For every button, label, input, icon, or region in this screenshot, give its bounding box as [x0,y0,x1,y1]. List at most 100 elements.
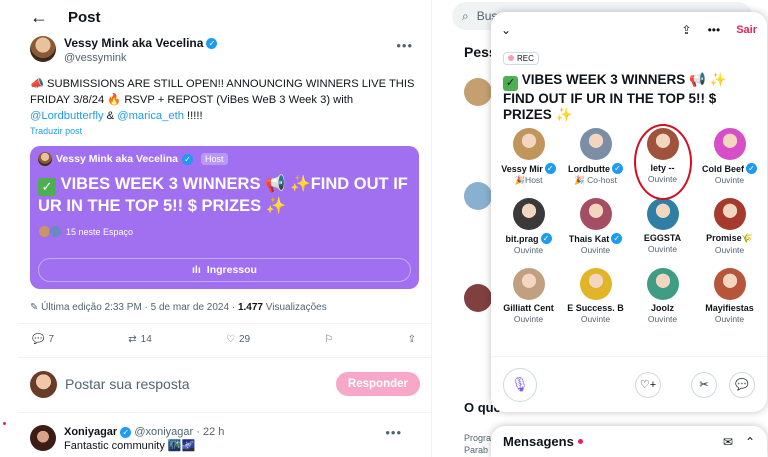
suggested-avatar[interactable] [464,182,492,210]
mention-marica[interactable]: @marica_eth [117,110,184,122]
translate-post-link[interactable]: Traduzir post [0,126,431,136]
listener-count: 15 neste Espaço [66,226,134,237]
participant-name: EGGSTA [643,233,682,243]
space-dock-title-text: VIBES WEEK 3 WINNERS 📢 ✨ FIND OUT IF UR … [503,72,727,122]
page-title: Post [68,8,101,26]
chevron-down-icon[interactable]: ⌄ [501,23,666,37]
verified-icon: ✓ [544,163,556,174]
participant-item[interactable]: Lordbutte ✓ 🎉 Co-host [562,128,629,192]
clip-icon[interactable]: ✂ [691,371,717,398]
verified-icon: ✓ [611,233,623,244]
like-action[interactable]: ♡ 29 [226,334,250,345]
leave-button[interactable]: Sair [736,24,757,36]
verified-icon: ✓ [120,427,132,438]
more-options-icon[interactable]: ••• [396,38,413,53]
space-card[interactable]: Vessy Mink aka Vecelina ✓ Host ✓ VIBES W… [30,146,419,289]
author-display-name[interactable]: Vessy Mink aka Vecelina [64,36,203,51]
suggested-avatar[interactable] [464,78,492,106]
participant-role: Ouvinte [580,245,611,255]
space-listeners: 15 neste Espaço [38,225,411,238]
my-avatar [30,370,57,398]
repost-action[interactable]: ⇄ 14 [128,334,152,345]
unread-dot [577,439,583,444]
check-mark-icon: ✓ [38,178,56,196]
participant-role: Ouvinte [714,314,745,324]
post-text-main: 📣 SUBMISSIONS ARE STILL OPEN!! ANNOUNCIN… [30,78,415,106]
space-dock-controls: 🎙 ♡+ ✂ 💬 [491,356,767,412]
participant-item[interactable]: Vessy Mir ✓ 🎉Host [495,128,562,192]
verified-icon: ✓ [182,153,194,165]
repost-icon: ⇄ [128,334,137,345]
commenter-handle[interactable]: @xoniyagar [134,426,193,438]
participant-item[interactable]: Cold Beef ✓ Ouvinte [696,128,763,192]
participant-role: Ouvinte [647,314,678,324]
participant-item[interactable]: Thais Kat ✓ Ouvinte [562,198,629,262]
participant-role: Ouvinte [647,244,678,254]
reply-button[interactable]: Responder [335,372,420,396]
reply-action[interactable]: 💬 7 [32,334,54,345]
add-people-icon[interactable]: ♡+ [635,371,661,398]
post-author[interactable]: Vessy Mink aka Vecelina ✓ @vessymink ••• [0,34,431,70]
more-options-icon[interactable]: ••• [708,23,721,37]
participant-role: 🎉Host [514,175,543,185]
participant-item[interactable]: Promise🌾 Ouvinte [696,198,763,262]
comment-text: Fantastic community 🌃🌌 [64,440,196,452]
participant-name: Vessy Mir ✓ [501,163,556,174]
trend-line: Parab [464,445,489,455]
suggested-avatar[interactable] [464,284,492,312]
host-badge: Host [201,153,228,165]
reply-item[interactable]: Xoniyagar ✓ @xoniyagar · 22 h Fantastic … [30,425,420,453]
reply-icon: 💬 [32,334,45,345]
author-avatar[interactable] [30,36,56,62]
post-text-end: !!!!! [183,110,203,122]
chevron-up-icon[interactable]: ⌃ [745,435,755,449]
back-arrow-icon[interactable]: ← [30,7,50,28]
like-count: 29 [239,334,251,345]
participant-item[interactable]: Gilliatt Cent Ouvinte [495,268,562,332]
mention-lordbutterfly[interactable]: @Lordbutterfly [30,110,104,122]
audio-wave-icon: ılı [192,264,201,276]
reply-composer: Postar sua resposta Responder [30,370,420,398]
space-dock: ⌄ ⇪ ••• Sair REC ✓ VIBES WEEK 3 WINNERS … [491,12,767,412]
participant-avatar [713,268,746,300]
verified-icon: ✓ [746,163,757,174]
joined-button[interactable]: ılı Ingressou [38,258,411,282]
app-root: ← Post Vessy Mink aka Vecelina ✓ @vessymi… [0,0,768,457]
commenter-avatar[interactable] [30,425,56,451]
reply-input[interactable]: Postar sua resposta [65,376,336,392]
joined-label: Ingressou [206,264,257,276]
participant-item[interactable]: Mayifiestas Ouvinte [696,268,763,332]
space-dock-title: ✓ VIBES WEEK 3 WINNERS 📢 ✨ FIND OUT IF U… [491,66,767,123]
verified-icon: ✓ [206,38,218,49]
edit-info[interactable]: Última edição 2:33 PM · 5 de mar de 2024… [41,302,238,313]
author-handle[interactable]: @vessymink [64,51,217,66]
new-message-icon[interactable]: ✉ [723,435,733,449]
post-text-amp: & [103,110,118,122]
participant-avatar [512,198,545,230]
more-options-icon[interactable]: ••• [385,425,402,440]
chat-bubble-icon[interactable]: 💬 [729,371,755,398]
space-host: Vessy Mink aka Vecelina ✓ Host [38,152,411,166]
commenter-name[interactable]: Xoniyagar [64,426,117,438]
microphone-icon[interactable]: 🎙 [503,367,537,402]
participant-role: Ouvinte [513,314,544,324]
comment-body: Xoniyagar ✓ @xoniyagar · 22 h Fantastic … [64,425,224,453]
bookmark-icon[interactable]: ⚐ [324,334,333,345]
participants-grid: Vessy Mir ✓ 🎉Host Lordbutte ✓ 🎉 Co-host lety -… [495,128,763,332]
participant-item[interactable]: E Success. B Ouvinte [562,268,629,332]
participant-avatar [646,268,679,300]
space-title: ✓ VIBES WEEK 3 WINNERS 📢 ✨FIND OUT IF UR… [38,174,411,217]
participant-avatar [512,128,545,160]
participant-item[interactable]: Joolz Ouvinte [629,268,696,332]
divider [18,412,431,413]
comment-time: · 22 h [196,426,225,438]
post-header: ← Post [0,0,431,34]
messages-dock[interactable]: Mensagens ✉ ⌃ [491,426,767,457]
trend-item[interactable]: Progra Parab [464,432,491,456]
participant-name: Gilliatt Cent [503,303,554,313]
participant-item[interactable]: EGGSTA Ouvinte [629,198,696,262]
participant-avatar [579,198,612,230]
share-icon[interactable]: ⇪ [682,23,692,37]
share-icon[interactable]: ⇪ [408,334,416,345]
participant-item[interactable]: bit.prag ✓ Ouvinte [495,198,562,262]
